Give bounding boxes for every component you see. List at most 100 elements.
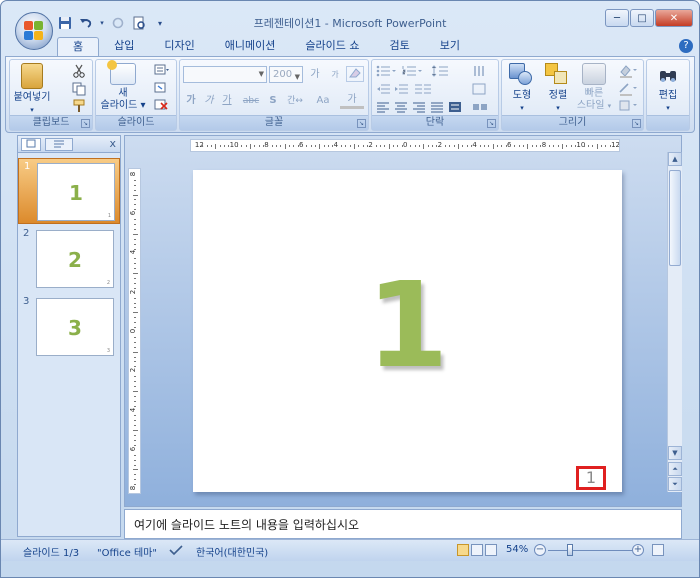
bullets-icon[interactable] — [376, 65, 398, 79]
zoom-level[interactable]: 54% — [506, 544, 528, 555]
font-size-combo[interactable]: 200 ▼ — [269, 66, 303, 83]
office-button[interactable] — [15, 12, 53, 50]
slide-thumbnail-1[interactable]: 1 1 1 — [18, 158, 120, 224]
ruler-tick — [134, 307, 136, 309]
normal-view-icon[interactable] — [457, 544, 469, 556]
tab-view[interactable]: 보기 — [425, 37, 475, 57]
notes-pane[interactable]: 여기에 슬라이드 노트의 내용을 입력하십시오 — [124, 509, 682, 539]
font-launcher-icon[interactable]: ↘ — [357, 119, 366, 128]
new-slide-label-1: 새 — [118, 88, 128, 99]
tab-insert[interactable]: 삽입 — [99, 37, 149, 57]
justify-icon[interactable] — [430, 101, 446, 115]
arrange-button[interactable]: 정렬 ▾ — [540, 63, 576, 114]
align-center-icon[interactable] — [394, 101, 410, 115]
tab-home[interactable]: 홈 — [57, 37, 100, 57]
current-slide[interactable]: 1 1 — [193, 170, 622, 492]
ruler-tick — [134, 317, 136, 319]
align-text-icon[interactable] — [472, 83, 490, 97]
pane-close-button[interactable]: x — [109, 137, 116, 150]
font-size-dropdown-icon[interactable]: ▼ — [295, 70, 300, 85]
strikethrough-button[interactable]: abc — [240, 93, 262, 109]
format-painter-icon[interactable] — [72, 99, 88, 113]
zoom-in-button[interactable]: + — [632, 544, 644, 556]
ruler-tick — [284, 144, 286, 149]
reset-slide-icon[interactable] — [154, 82, 170, 96]
maximize-button[interactable]: □ — [630, 9, 654, 27]
italic-button[interactable]: 가 — [202, 93, 216, 109]
columns-icon[interactable] — [414, 83, 436, 97]
slide-main-text[interactable]: 1 — [193, 265, 622, 385]
scroll-up-icon[interactable]: ▲ — [668, 152, 682, 166]
slide-thumbnail-2[interactable]: 2 2 2 — [18, 226, 120, 292]
notes-placeholder[interactable]: 여기에 슬라이드 노트의 내용을 입력하십시오 — [134, 516, 359, 533]
line-spacing-icon[interactable] — [431, 65, 454, 79]
copy-icon[interactable] — [72, 82, 88, 96]
clear-format-button[interactable] — [346, 66, 364, 82]
decrease-indent-icon[interactable] — [376, 83, 392, 97]
vertical-scrollbar[interactable]: ▲ ▼ ⏶ ⏷ — [667, 152, 682, 492]
theme-status[interactable]: "Office 테마" — [97, 544, 157, 559]
shape-outline-icon[interactable] — [618, 82, 638, 96]
font-name-dropdown-icon[interactable]: ▼ — [259, 70, 264, 78]
slides-tab-icon[interactable] — [21, 138, 41, 151]
numbering-icon[interactable] — [402, 65, 424, 79]
outline-tab-icon[interactable] — [45, 138, 73, 151]
increase-indent-icon[interactable] — [394, 83, 410, 97]
previous-slide-icon[interactable]: ⏶ — [668, 462, 682, 476]
spelling-check-icon[interactable] — [169, 544, 183, 559]
clipboard-launcher-icon[interactable]: ↘ — [81, 119, 90, 128]
ruler-tick — [133, 430, 138, 432]
next-slide-icon[interactable]: ⏷ — [668, 477, 682, 491]
language-status[interactable]: 한국어(대한민국) — [196, 544, 268, 559]
shape-fill-icon[interactable] — [618, 64, 638, 78]
font-name-combo[interactable]: ▼ — [183, 66, 267, 83]
scroll-thumb[interactable] — [669, 170, 681, 266]
quick-styles-button[interactable]: 빠른 스타일 ▾ — [574, 63, 614, 112]
tab-slide-show[interactable]: 슬라이드 쇼 — [290, 37, 374, 57]
shapes-button[interactable]: 도형 ▾ — [504, 63, 540, 114]
bold-button[interactable]: 가 — [184, 93, 198, 109]
tab-design[interactable]: 디자인 — [149, 37, 209, 57]
delete-slide-icon[interactable] — [154, 99, 170, 113]
zoom-out-button[interactable]: − — [534, 544, 546, 556]
distribute-icon[interactable] — [448, 101, 464, 115]
layout-icon[interactable] — [154, 64, 170, 78]
smartart-icon[interactable] — [472, 101, 490, 115]
tab-review[interactable]: 검토 — [374, 37, 424, 57]
fit-to-window-icon[interactable] — [652, 544, 664, 556]
minimize-button[interactable]: ─ — [605, 9, 629, 27]
slide-show-view-icon[interactable] — [485, 544, 497, 556]
slide-sorter-view-icon[interactable] — [471, 544, 483, 556]
shrink-font-button[interactable]: 가 — [326, 67, 344, 83]
new-slide-button[interactable]: 새 슬라이드 ▾ — [98, 60, 148, 112]
vertical-ruler[interactable]: 8 6 4 2 0 2 4 6 8 — [128, 168, 141, 494]
zoom-slider-track[interactable] — [548, 550, 633, 551]
font-color-button[interactable]: 가 — [340, 93, 364, 109]
change-case-button[interactable]: Aa — [312, 93, 334, 109]
paragraph-launcher-icon[interactable]: ↘ — [487, 119, 496, 128]
ruler-tick — [134, 297, 136, 299]
help-button[interactable]: ? — [679, 39, 693, 53]
underline-button[interactable]: 가 — [220, 93, 234, 109]
slide-number-placeholder[interactable]: 1 — [576, 466, 606, 490]
character-spacing-button[interactable]: 간↔ — [283, 93, 307, 109]
paste-button[interactable]: 붙여넣기 ▾ — [12, 63, 52, 116]
tab-animations[interactable]: 애니메이션 — [210, 37, 291, 57]
text-direction-icon[interactable] — [472, 65, 490, 79]
ruler-tick — [345, 145, 347, 147]
zoom-slider-knob[interactable] — [567, 544, 573, 556]
text-shadow-button[interactable]: S — [266, 93, 280, 109]
align-right-icon[interactable] — [412, 101, 428, 115]
close-button[interactable]: ✕ — [655, 9, 693, 27]
align-left-icon[interactable] — [376, 101, 392, 115]
editing-button[interactable]: 편집 ▾ — [647, 63, 689, 114]
shape-effects-icon[interactable] — [618, 99, 638, 113]
slide-thumbnail-3[interactable]: 3 3 3 — [18, 294, 120, 360]
horizontal-ruler[interactable]: 12 10 8 6 4 2 0 2 4 6 8 10 12 — [190, 139, 620, 152]
cut-icon[interactable] — [72, 64, 88, 78]
grow-font-button[interactable]: 가 — [306, 67, 324, 83]
scroll-down-icon[interactable]: ▼ — [668, 446, 682, 460]
slide-count-status[interactable]: 슬라이드 1/3 — [23, 544, 79, 559]
ruler-tick — [453, 145, 455, 147]
drawing-launcher-icon[interactable]: ↘ — [632, 119, 641, 128]
